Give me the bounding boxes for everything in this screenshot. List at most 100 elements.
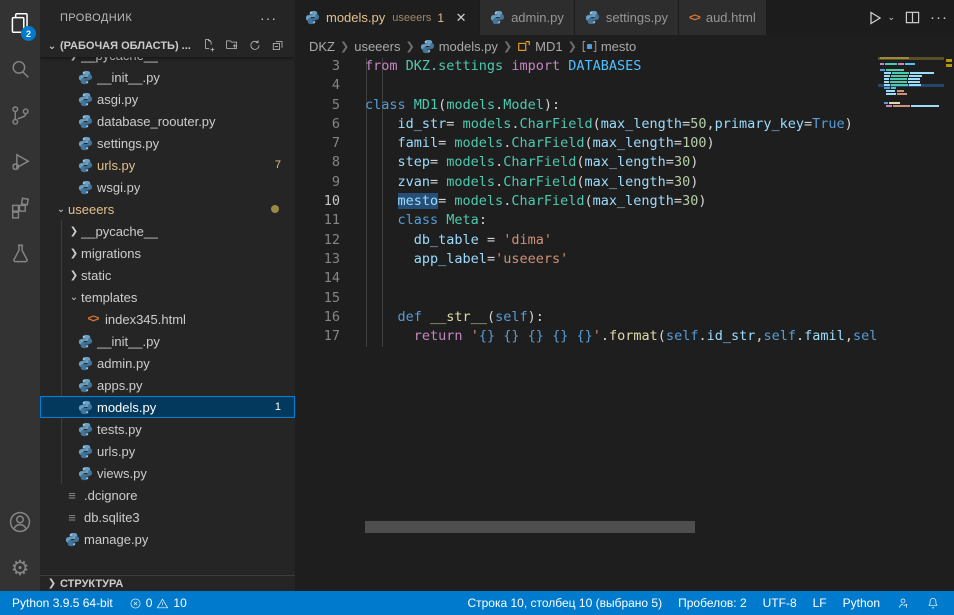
- tab-label: aud.html: [706, 10, 756, 25]
- code-line-9[interactable]: 9 zvan= models.CharField(max_length=30): [295, 173, 878, 192]
- code-line-17[interactable]: 17 return '{} {} {} {} {}'.format(self.i…: [295, 327, 878, 346]
- line-number[interactable]: 9: [295, 173, 340, 192]
- status-problems[interactable]: 010: [121, 591, 195, 615]
- refresh-icon[interactable]: [249, 39, 264, 54]
- tree-item-__init__.py[interactable]: __init__.py: [40, 330, 295, 352]
- tree-item-migrations[interactable]: ❯migrations: [40, 242, 295, 264]
- status-eol[interactable]: LF: [805, 591, 835, 615]
- activity-item-account[interactable]: [0, 499, 40, 545]
- line-number[interactable]: 17: [295, 327, 340, 346]
- activity-item-search[interactable]: [0, 46, 40, 92]
- tree-item-db.sqlite3[interactable]: ≡db.sqlite3: [40, 506, 295, 528]
- run-dropdown-icon[interactable]: ⌄: [887, 12, 895, 23]
- line-number[interactable]: 13: [295, 250, 340, 269]
- status-encoding[interactable]: UTF-8: [755, 591, 805, 615]
- line-number[interactable]: 6: [295, 115, 340, 134]
- python-file-icon: [77, 378, 93, 393]
- breadcrumb-mesto[interactable]: mesto: [582, 39, 636, 54]
- tree-item-wsgi.py[interactable]: wsgi.py: [40, 176, 295, 198]
- activity-item-explorer[interactable]: 2: [0, 0, 40, 46]
- activity-item-extensions[interactable]: [0, 184, 40, 230]
- line-number[interactable]: 15: [295, 289, 340, 308]
- tree-item-models.py[interactable]: models.py1: [40, 396, 295, 418]
- breadcrumb-DKZ[interactable]: DKZ: [309, 39, 335, 54]
- activity-item-run-debug[interactable]: [0, 138, 40, 184]
- code-line-12[interactable]: 12 db_table = 'dima': [295, 231, 878, 250]
- line-number[interactable]: 4: [295, 76, 340, 95]
- tab-aud.html[interactable]: <>aud.html: [679, 0, 766, 35]
- new-file-icon[interactable]: [203, 39, 218, 54]
- tree-item-asgi.py[interactable]: asgi.py: [40, 88, 295, 110]
- code-line-10[interactable]: 10 mesto= models.CharField(max_length=30…: [295, 192, 878, 211]
- breadcrumb-useeers[interactable]: useeers: [354, 39, 400, 54]
- line-number[interactable]: 3: [295, 57, 340, 76]
- code-line-4[interactable]: 4: [295, 76, 878, 95]
- status-language-mode[interactable]: Python: [835, 591, 888, 615]
- code-line-8[interactable]: 8 step= models.CharField(max_length=30): [295, 153, 878, 172]
- code-line-16[interactable]: 16 def __str__(self):: [295, 308, 878, 327]
- run-button[interactable]: [867, 10, 883, 26]
- line-number[interactable]: 11: [295, 211, 340, 230]
- tree-item-templates[interactable]: ⌄templates: [40, 286, 295, 308]
- status-feedback[interactable]: [888, 591, 918, 615]
- tree-item-__pycache__[interactable]: ❯__pycache__: [40, 220, 295, 242]
- minimap[interactable]: [878, 57, 944, 591]
- more-actions-icon[interactable]: ···: [930, 9, 948, 26]
- close-icon[interactable]: ✕: [453, 10, 469, 26]
- code-line-15[interactable]: 15: [295, 289, 878, 308]
- activity-item-source-control[interactable]: [0, 92, 40, 138]
- line-number[interactable]: 16: [295, 308, 340, 327]
- tree-item-.dcignore[interactable]: ≡.dcignore: [40, 484, 295, 506]
- tree-item-index345.html[interactable]: <>index345.html: [40, 308, 295, 330]
- breadcrumb-models.py[interactable]: models.py: [420, 39, 498, 54]
- tab-admin.py[interactable]: admin.py: [480, 0, 574, 35]
- activity-item-testing[interactable]: [0, 230, 40, 276]
- breadcrumb-MD1[interactable]: MD1: [517, 39, 562, 54]
- tree-item-tests.py[interactable]: tests.py: [40, 418, 295, 440]
- new-folder-icon[interactable]: [226, 39, 241, 54]
- tree-item-admin.py[interactable]: admin.py: [40, 352, 295, 374]
- status-notifications[interactable]: [918, 591, 948, 615]
- status-python-interpreter[interactable]: Python 3.9.5 64-bit: [4, 591, 121, 615]
- tree-item-manage.py[interactable]: manage.py: [40, 528, 295, 550]
- line-number[interactable]: 12: [295, 231, 340, 250]
- line-text: step= models.CharField(max_length=30): [340, 153, 698, 172]
- line-number[interactable]: 14: [295, 269, 340, 288]
- collapse-all-icon[interactable]: [272, 39, 287, 54]
- tree-item-__pycache__[interactable]: ❯__pycache__: [40, 57, 295, 66]
- activity-item-settings[interactable]: ⚙: [0, 545, 40, 591]
- tree-item-__init__.py[interactable]: __init__.py: [40, 66, 295, 88]
- tree-item-static[interactable]: ❯static: [40, 264, 295, 286]
- line-number[interactable]: 10: [295, 192, 340, 211]
- split-editor-icon[interactable]: [905, 10, 920, 25]
- tree-item-useeers[interactable]: ⌄useeers: [40, 198, 295, 220]
- code-line-3[interactable]: 3from DKZ.settings import DATABASES: [295, 57, 878, 76]
- status-indentation[interactable]: Пробелов: 2: [670, 591, 755, 615]
- code-editor[interactable]: 3from DKZ.settings import DATABASES45cla…: [295, 57, 878, 591]
- tab-models.py[interactable]: models.pyuseeers1✕: [295, 0, 479, 35]
- tab-settings.py[interactable]: settings.py: [575, 0, 678, 35]
- tree-item-settings.py[interactable]: settings.py: [40, 132, 295, 154]
- status-cursor-position[interactable]: Строка 10, столбец 10 (выбрано 5): [459, 591, 670, 615]
- code-line-5[interactable]: 5class MD1(models.Model):: [295, 96, 878, 115]
- line-number[interactable]: 8: [295, 153, 340, 172]
- workspace-section-header[interactable]: ⌄ (РАБОЧАЯ ОБЛАСТЬ) ...: [40, 35, 295, 57]
- horizontal-scrollbar[interactable]: [365, 521, 695, 533]
- outline-section-header[interactable]: ❯ СТРУКТУРА: [40, 575, 295, 591]
- line-number[interactable]: 7: [295, 134, 340, 153]
- explorer-more-actions-icon[interactable]: ···: [260, 10, 277, 26]
- code-line-6[interactable]: 6 id_str= models.CharField(max_length=50…: [295, 115, 878, 134]
- code-line-11[interactable]: 11 class Meta:: [295, 211, 878, 230]
- tree-item-database_roouter.py[interactable]: database_roouter.py: [40, 110, 295, 132]
- tree-item-urls.py[interactable]: urls.py7: [40, 154, 295, 176]
- line-number[interactable]: 5: [295, 96, 340, 115]
- python-file-icon: [77, 444, 93, 459]
- tree-item-apps.py[interactable]: apps.py: [40, 374, 295, 396]
- tree-item-views.py[interactable]: views.py: [40, 462, 295, 484]
- code-line-13[interactable]: 13 app_label='useeers': [295, 250, 878, 269]
- minimap-line: [886, 69, 904, 71]
- tree-item-urls.py[interactable]: urls.py: [40, 440, 295, 462]
- code-line-7[interactable]: 7 famil= models.CharField(max_length=100…: [295, 134, 878, 153]
- tree-item-label: __pycache__: [81, 224, 158, 239]
- code-line-14[interactable]: 14: [295, 269, 878, 288]
